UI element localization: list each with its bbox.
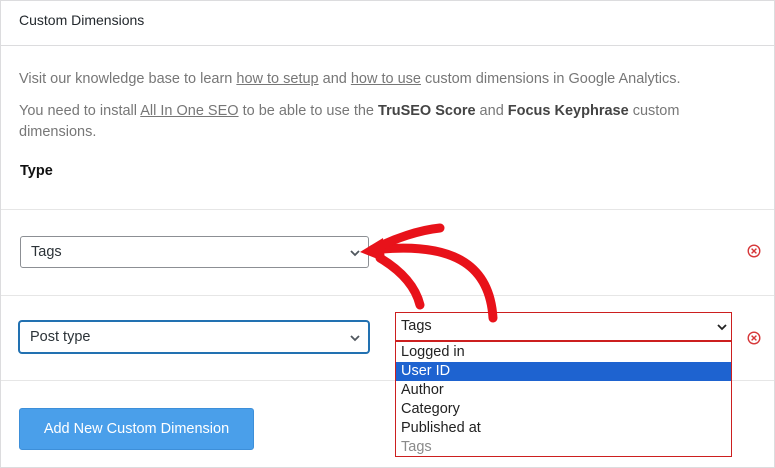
select-value: Post type (30, 329, 91, 345)
dropdown-option-selected[interactable]: User ID (396, 362, 731, 381)
type-column-label: Type (20, 163, 53, 179)
panel-title: Custom Dimensions (19, 12, 145, 28)
panel-header: Custom Dimensions (1, 1, 774, 46)
truseo-score-label: TruSEO Score (378, 103, 476, 119)
open-dimension-select[interactable]: Tags (395, 312, 732, 341)
all-in-one-seo-link[interactable]: All In One SEO (140, 103, 238, 119)
text-fragment: to be able to use the (238, 103, 379, 119)
row-divider (1, 209, 774, 210)
dimension-type-select-1[interactable]: Tags (20, 236, 369, 268)
knowledge-base-text: Visit our knowledge base to learn how to… (19, 69, 681, 90)
text-fragment: Visit our knowledge base to learn (19, 71, 237, 87)
install-aioseo-text: You need to install All In One SEO to be… (19, 101, 739, 143)
dropdown-option[interactable]: Published at (396, 419, 731, 438)
remove-circle-icon[interactable] (747, 244, 761, 258)
remove-circle-icon[interactable] (747, 331, 761, 345)
text-fragment: and (318, 71, 351, 87)
select-value: Tags (31, 244, 62, 260)
dropdown-option[interactable]: Category (396, 400, 731, 419)
chevron-down-icon (350, 250, 360, 257)
dropdown-option[interactable]: Logged in (396, 343, 731, 362)
dimension-options-dropdown: Logged in User ID Author Category Publis… (395, 341, 732, 457)
text-fragment: You need to install (19, 103, 141, 119)
row-divider (1, 295, 774, 296)
dropdown-option-disabled: Tags (401, 439, 432, 455)
focus-keyphrase-label: Focus Keyphrase (507, 103, 629, 119)
dimension-type-select-2[interactable]: Post type (19, 321, 369, 353)
add-custom-dimension-button[interactable]: Add New Custom Dimension (19, 408, 254, 450)
chevron-down-icon (717, 324, 727, 331)
text-fragment: and (475, 103, 508, 119)
how-to-setup-link[interactable]: how to setup (236, 71, 318, 87)
dropdown-option[interactable]: Author (396, 381, 731, 400)
chevron-down-icon (350, 335, 360, 342)
how-to-use-link[interactable]: how to use (351, 71, 421, 87)
text-fragment: custom dimensions in Google Analytics. (421, 71, 681, 87)
select-value: Tags (401, 318, 432, 334)
